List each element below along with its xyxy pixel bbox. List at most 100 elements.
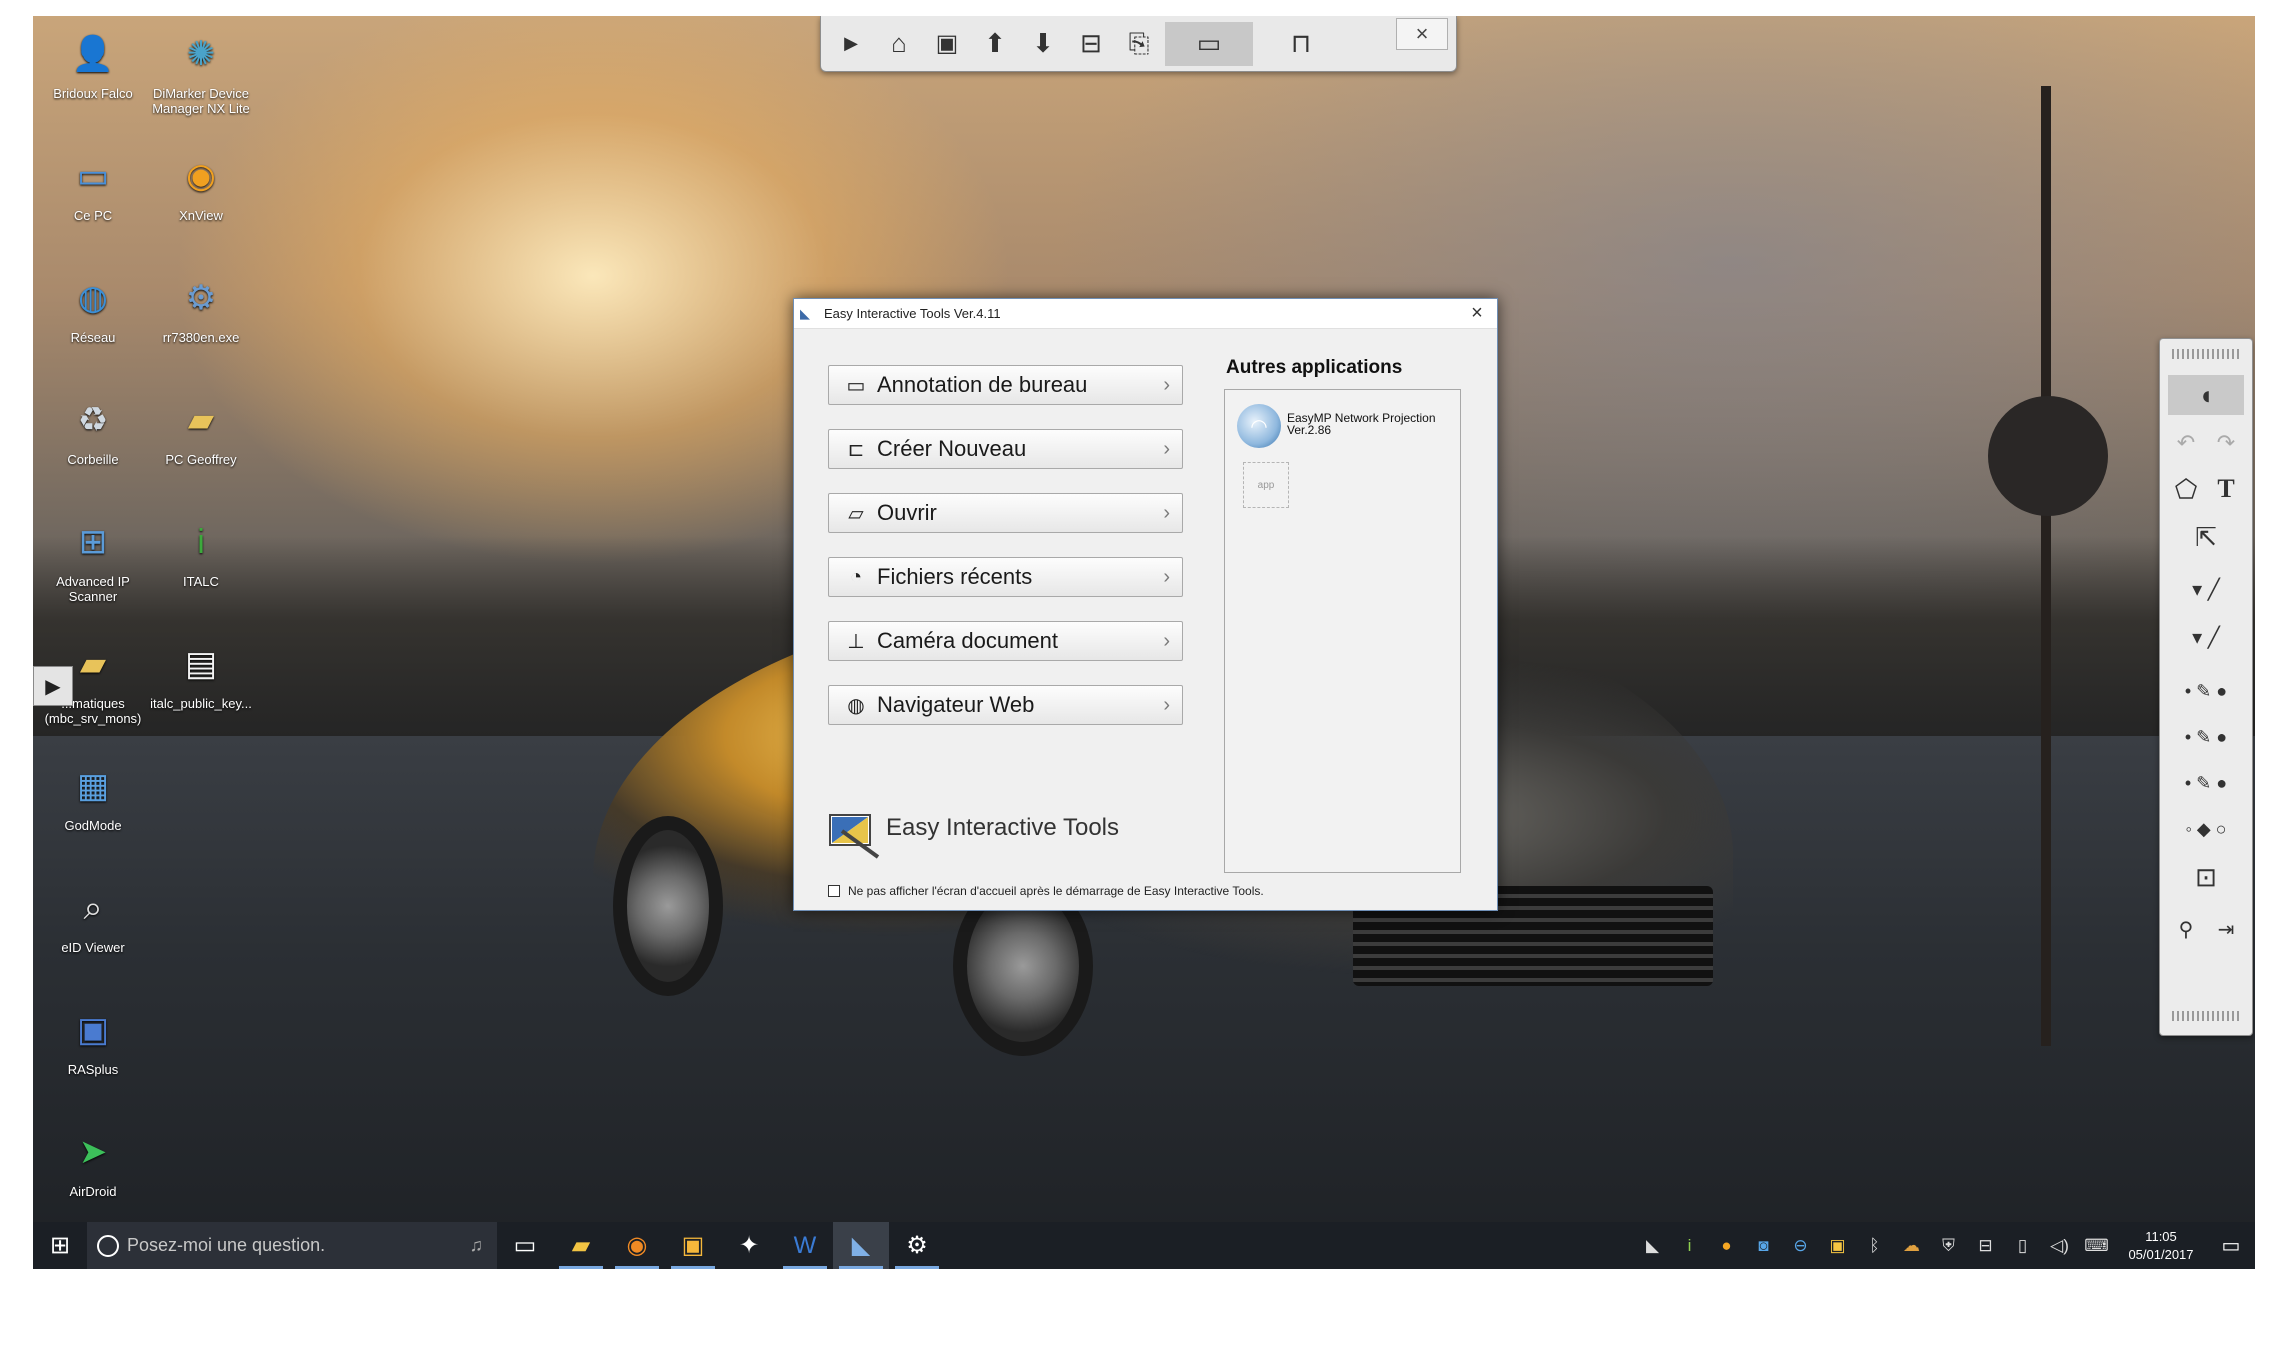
import-button[interactable]: ⎘	[1117, 22, 1161, 66]
search-box[interactable]: Posez-moi une question. ♫	[87, 1222, 497, 1269]
startup-checkbox-label: Ne pas afficher l'écran d'accueil après …	[848, 884, 1264, 898]
menu-label: Navigateur Web	[877, 692, 1035, 717]
whiteboard-mode-button[interactable]: ⊓	[1257, 22, 1345, 66]
toolbox-button[interactable]: ⊟	[1069, 22, 1113, 66]
pen-medium-icon: • ✎ ●	[2184, 726, 2228, 747]
desktop-icon[interactable]: ⌕ eID Viewer	[39, 880, 147, 956]
desktop-icon[interactable]: ◉ XnView	[147, 148, 255, 224]
paint-button[interactable]: ✦	[721, 1222, 777, 1269]
desktop-icon-label: italc_public_key...	[150, 696, 252, 711]
clock[interactable]: 11:05 05/01/2017	[2115, 1228, 2207, 1264]
tray-eit-button[interactable]: ◣	[1634, 1222, 1671, 1269]
document-icon: ▤	[184, 644, 218, 683]
app-version: Ver.2.86	[1287, 423, 1332, 437]
fichiers-recents-button[interactable]: ◔ Fichiers récents ›	[828, 557, 1183, 597]
desktop-icon-label: PC Geoffrey	[165, 452, 237, 467]
tray-italc-button[interactable]: i	[1671, 1222, 1708, 1269]
easy-interactive-tools-taskbar-button[interactable]: ◣	[833, 1222, 889, 1269]
outlook-button[interactable]: ▣	[665, 1222, 721, 1269]
undo-button[interactable]: ↶	[2168, 425, 2204, 461]
tray-usb-button[interactable]: ▯	[2004, 1222, 2041, 1269]
toolbar-close-button[interactable]: ×	[1396, 18, 1448, 50]
desktop-icon[interactable]: ▣ RASplus	[39, 1002, 147, 1078]
desktop-icon[interactable]: ▤ italc_public_key...	[147, 636, 255, 712]
pen-thick-button[interactable]: • ✎ ●	[2166, 765, 2246, 801]
tray-blue-button[interactable]: ◙	[1745, 1222, 1782, 1269]
start-button[interactable]: ⊞	[33, 1222, 87, 1269]
tray-teamviewer-button[interactable]: ⊖	[1782, 1222, 1819, 1269]
save-button[interactable]: ▣	[925, 22, 969, 66]
tray-security-button[interactable]: ⛨	[1930, 1222, 1967, 1269]
palette-grip-bottom[interactable]	[2172, 1011, 2242, 1021]
desktop-mode-button[interactable]: ▭	[1165, 21, 1253, 66]
tray-orange-button[interactable]: ●	[1708, 1222, 1745, 1269]
desktop-icon[interactable]: ♻ Corbeille	[39, 392, 147, 468]
desktop-icon[interactable]: ▭ Ce PC	[39, 148, 147, 224]
annotation-bureau-button[interactable]: ▭ Annotation de bureau ›	[828, 365, 1183, 405]
camera-document-button[interactable]: ⊥ Caméra document ›	[828, 621, 1183, 661]
file-explorer-button[interactable]: ▰	[553, 1222, 609, 1269]
desktop-icon[interactable]: ▦ GodMode	[39, 758, 147, 834]
easymp-app-item[interactable]: ◠ EasyMP Network Projection Ver.2.86	[1237, 404, 1457, 450]
desktop-icon[interactable]: ▰ PC Geoffrey	[147, 392, 255, 468]
creer-nouveau-button[interactable]: ⊏ Créer Nouveau ›	[828, 429, 1183, 469]
eraser-button[interactable]: ◦ ◆ ○	[2166, 811, 2246, 847]
startup-checkbox[interactable]	[828, 885, 840, 897]
desktop-icon[interactable]: ⊞ Advanced IP Scanner	[39, 514, 147, 605]
desktop-icon[interactable]: ⚙ rr7380en.exe	[147, 270, 255, 346]
undo-icon: ↶	[2176, 430, 2196, 455]
expand-arrow-button[interactable]: ▶	[33, 666, 73, 706]
chevron-right-icon: ›	[1163, 565, 1170, 588]
desktop-icon[interactable]: i ITALC	[147, 514, 255, 590]
chevron-right-icon: ›	[1163, 373, 1170, 396]
settings-button[interactable]: ⚲	[2168, 911, 2204, 947]
exit-button[interactable]: ⇥	[2208, 911, 2244, 947]
app-placeholder-item[interactable]: app	[1243, 462, 1289, 508]
task-view-icon: ▭	[513, 1232, 537, 1259]
redo-button[interactable]: ↷	[2208, 425, 2244, 461]
pen-button[interactable]: ▾ ╱	[2166, 569, 2246, 609]
startup-checkbox-row[interactable]: Ne pas afficher l'écran d'accueil après …	[828, 884, 1264, 898]
firefox-button[interactable]: ◉	[609, 1222, 665, 1269]
tray-onedrive-button[interactable]: ☁	[1893, 1222, 1930, 1269]
settings-taskbar-button[interactable]: ⚙	[889, 1222, 945, 1269]
tray-keyboard-button[interactable]: ⌨	[2078, 1222, 2115, 1269]
volume-icon: ◁)	[2050, 1235, 2069, 1255]
desktop-icon[interactable]: ✺ DiMarker Device Manager NX Lite	[147, 26, 255, 117]
windows-logo-icon: ⊞	[49, 1232, 71, 1259]
select-arrow-icon: ⇱	[2195, 521, 2217, 552]
tray-volume-button[interactable]: ◁)	[2041, 1222, 2078, 1269]
screen-capture-button[interactable]: ⊡	[2168, 857, 2244, 897]
play-button[interactable]: ▶	[829, 22, 873, 66]
recycle-bin-icon: ♻	[77, 400, 109, 439]
desktop-icon-label: Ce PC	[73, 208, 113, 223]
select-button[interactable]: ⇱	[2168, 517, 2244, 557]
eye-viewer-icon: ◉	[186, 156, 216, 195]
task-view-button[interactable]: ▭	[497, 1222, 553, 1269]
highlighter-icon: ▾ ╱	[2192, 626, 2220, 649]
home-button[interactable]: ⌂	[877, 22, 921, 66]
highlighter-button[interactable]: ▾ ╱	[2166, 617, 2246, 657]
notification-center-button[interactable]: ▭	[2207, 1222, 2255, 1269]
desktop-icon[interactable]: 👤 Bridoux Falco	[39, 26, 147, 102]
tray-yellow-button[interactable]: ▣	[1819, 1222, 1856, 1269]
shapes-button[interactable]: ⬠	[2168, 469, 2204, 509]
desktop-icon[interactable]: ➤ AirDroid	[39, 1124, 147, 1200]
pen-thin-button[interactable]: • ✎ ●	[2166, 673, 2246, 709]
dialog-close-button[interactable]: ×	[1457, 299, 1497, 329]
mouse-button[interactable]: ◖	[2168, 375, 2244, 415]
pen-icon: ▾ ╱	[2192, 578, 2220, 601]
tray-bluetooth-button[interactable]: ᛒ	[1856, 1222, 1893, 1269]
page-down-button[interactable]: ⬇	[1021, 22, 1065, 66]
ouvrir-button[interactable]: ▱ Ouvrir ›	[828, 493, 1183, 533]
desktop-icon[interactable]: ◍ Réseau	[39, 270, 147, 346]
blue-app-icon: ◙	[1758, 1235, 1769, 1255]
text-button[interactable]: T	[2208, 469, 2244, 509]
word-button[interactable]: W	[777, 1222, 833, 1269]
pen-medium-button[interactable]: • ✎ ●	[2166, 719, 2246, 755]
palette-grip-top[interactable]	[2172, 349, 2242, 359]
settings-icon: ⚙	[906, 1232, 928, 1259]
tray-network-button[interactable]: ⊟	[1967, 1222, 2004, 1269]
page-up-button[interactable]: ⬆	[973, 22, 1017, 66]
navigateur-web-button[interactable]: ◍ Navigateur Web ›	[828, 685, 1183, 725]
